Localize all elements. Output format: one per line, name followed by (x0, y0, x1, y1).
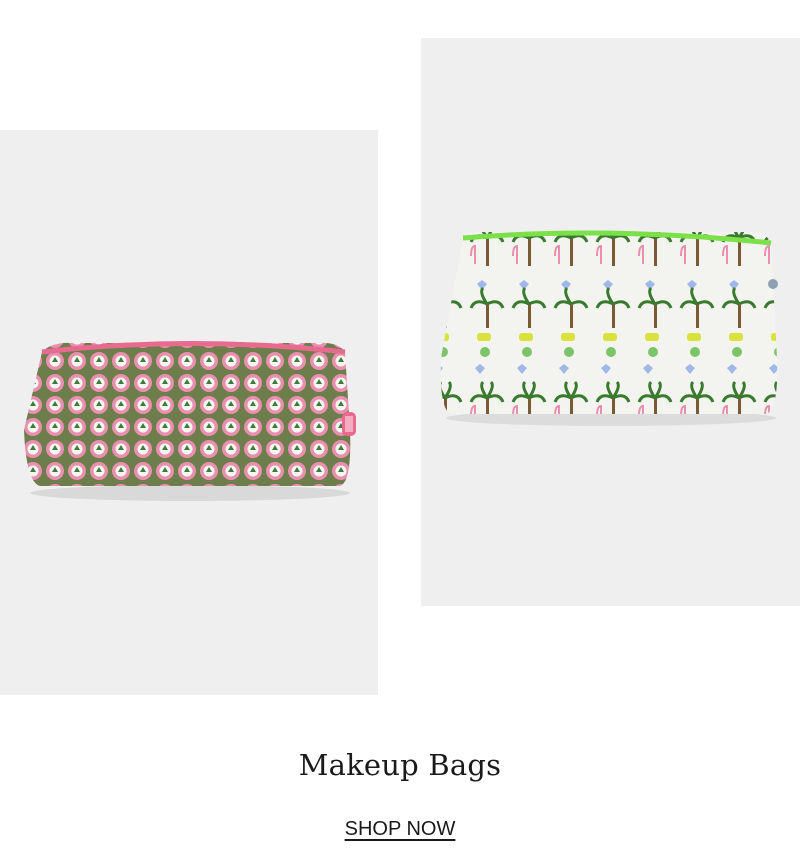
palm-print-bag-image (440, 230, 778, 426)
product-image-palm-print-bag[interactable] (421, 38, 800, 606)
section-title: Makeup Bags (298, 748, 502, 782)
shop-now-link[interactable]: SHOP NOW (345, 818, 456, 840)
product-image-pink-floral-bag[interactable] (0, 130, 378, 695)
shop-now-link-wrapper: SHOP NOW (0, 818, 800, 841)
pink-floral-bag-image (24, 341, 356, 501)
